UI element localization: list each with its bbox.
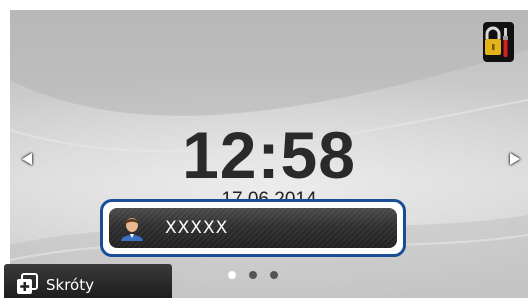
- shortcuts-icon: [17, 273, 38, 294]
- shortcuts-label: Skróty: [46, 276, 94, 294]
- page-dot-2: [249, 271, 257, 279]
- user-button[interactable]: XXXXX: [109, 208, 397, 248]
- shortcuts-button[interactable]: Skróty: [4, 264, 172, 298]
- lock-tools-icon: [485, 26, 508, 57]
- page-dot-3: [270, 271, 278, 279]
- clock-time: 12:58: [182, 118, 356, 192]
- user-name: XXXXX: [165, 218, 229, 238]
- page-indicator: [228, 271, 278, 279]
- admin-settings-button[interactable]: [483, 22, 514, 62]
- user-selection-frame: XXXXX: [100, 199, 406, 257]
- user-avatar-icon: [121, 218, 143, 241]
- page-dot-1: [228, 271, 236, 279]
